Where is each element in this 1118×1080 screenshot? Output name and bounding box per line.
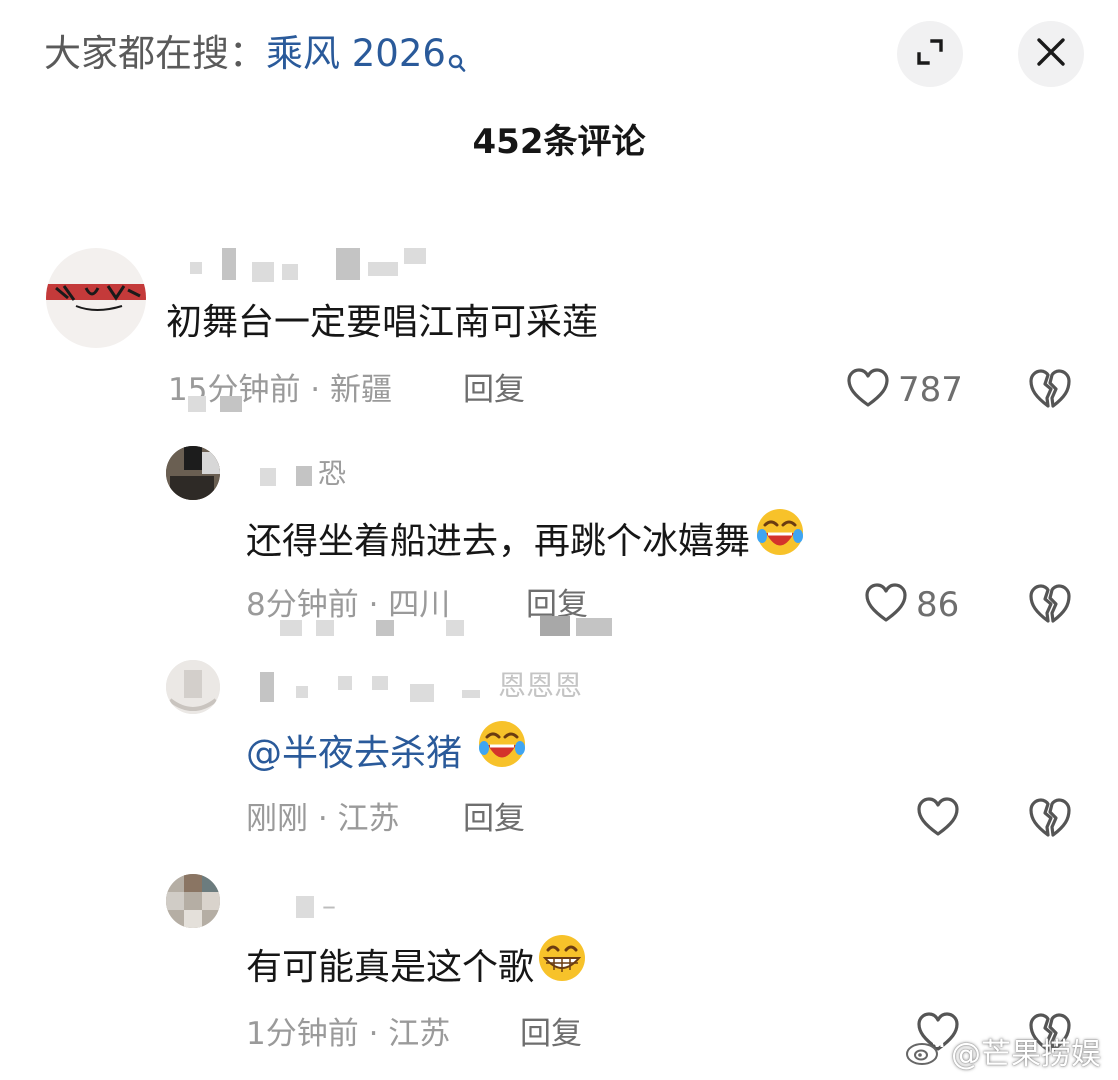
avatar[interactable] bbox=[46, 248, 146, 348]
username-obscured bbox=[260, 672, 274, 702]
username-obscured bbox=[410, 684, 434, 702]
username-obscured bbox=[446, 620, 464, 636]
comment-time-location: 1分钟前 · 江苏 bbox=[246, 1016, 451, 1052]
like-button[interactable]: 787 bbox=[846, 368, 963, 412]
comment-text-body: 有可能真是这个歌 bbox=[246, 947, 535, 988]
rofl-emoji bbox=[754, 506, 806, 572]
username-obscured bbox=[404, 248, 426, 264]
comment-count-title: 452条评论 bbox=[472, 122, 646, 162]
comment-text: 有可能真是这个歌 bbox=[246, 935, 590, 998]
search-suggestion-term[interactable]: 乘风 2026 bbox=[266, 32, 446, 75]
close-button[interactable] bbox=[1018, 21, 1084, 87]
username-obscured bbox=[188, 396, 206, 412]
avatar[interactable] bbox=[166, 660, 220, 714]
broken-heart-icon bbox=[1028, 369, 1072, 414]
dislike-button[interactable] bbox=[1028, 583, 1072, 627]
expand-icon bbox=[914, 36, 946, 72]
username-obscured bbox=[260, 468, 276, 486]
username-obscured bbox=[296, 466, 312, 486]
username-obscured bbox=[282, 264, 298, 280]
username-obscured bbox=[316, 620, 334, 636]
heart-icon bbox=[864, 583, 908, 627]
heart-icon bbox=[916, 797, 960, 841]
broken-heart-icon bbox=[1028, 798, 1072, 843]
username-obscured bbox=[252, 262, 274, 282]
close-icon bbox=[1036, 37, 1066, 71]
avatar[interactable] bbox=[166, 874, 220, 928]
search-suggestion[interactable]: 大家都在搜：乘风 2026 bbox=[44, 28, 466, 88]
username-obscured bbox=[190, 262, 202, 274]
heart-icon bbox=[846, 368, 890, 412]
username-obscured bbox=[222, 248, 236, 280]
username-obscured bbox=[540, 616, 570, 636]
reply-button[interactable]: 回复 bbox=[463, 797, 525, 841]
weibo-watermark: @芒果捞娱 bbox=[905, 1034, 1101, 1077]
username-obscured bbox=[338, 676, 352, 690]
comment-time-location: 刚刚 · 江苏 bbox=[246, 801, 400, 837]
comment-text: 初舞台一定要唱江南可采莲 bbox=[166, 302, 599, 343]
grin-emoji bbox=[534, 932, 590, 998]
username-obscured bbox=[462, 690, 480, 698]
comment-text: @半夜去杀猪 bbox=[246, 721, 528, 784]
search-icon bbox=[448, 36, 466, 88]
search-suggestion-prefix: 大家都在搜： bbox=[44, 32, 266, 75]
dislike-button[interactable] bbox=[1028, 368, 1072, 412]
username-obscured bbox=[368, 262, 398, 276]
rofl-emoji bbox=[476, 718, 528, 784]
username-obscured bbox=[576, 618, 612, 636]
username-fragment: 恐 bbox=[318, 457, 347, 490]
reply-button[interactable]: 回复 bbox=[520, 1012, 582, 1056]
avatar[interactable] bbox=[166, 446, 220, 500]
like-count: 86 bbox=[916, 585, 960, 625]
comment-text-body: 还得坐着船进去，再跳个冰嬉舞 bbox=[246, 521, 751, 562]
broken-heart-icon bbox=[1028, 584, 1072, 629]
username-obscured bbox=[296, 896, 314, 918]
username-obscured bbox=[220, 396, 242, 412]
like-button[interactable] bbox=[916, 797, 968, 841]
username-obscured bbox=[336, 248, 360, 280]
username-obscured bbox=[372, 676, 388, 690]
comment-text: 还得坐着船进去，再跳个冰嬉舞 bbox=[246, 509, 806, 572]
username-obscured bbox=[280, 620, 302, 636]
reply-button[interactable]: 回复 bbox=[463, 368, 525, 412]
mention-link[interactable]: @半夜去杀猪 bbox=[246, 733, 462, 774]
expand-button[interactable] bbox=[897, 21, 963, 87]
dislike-button[interactable] bbox=[1028, 797, 1072, 841]
watermark-text: @芒果捞娱 bbox=[951, 1037, 1101, 1072]
like-button[interactable]: 86 bbox=[864, 583, 959, 627]
username-obscured bbox=[376, 620, 394, 636]
username-fragment: – bbox=[322, 889, 336, 922]
like-count: 787 bbox=[898, 370, 963, 410]
comment-time-location: 8分钟前 · 四川 bbox=[246, 587, 451, 623]
username-obscured bbox=[296, 686, 308, 698]
username-fragment: 恩恩恩 bbox=[498, 669, 583, 702]
weibo-icon bbox=[905, 1034, 945, 1077]
